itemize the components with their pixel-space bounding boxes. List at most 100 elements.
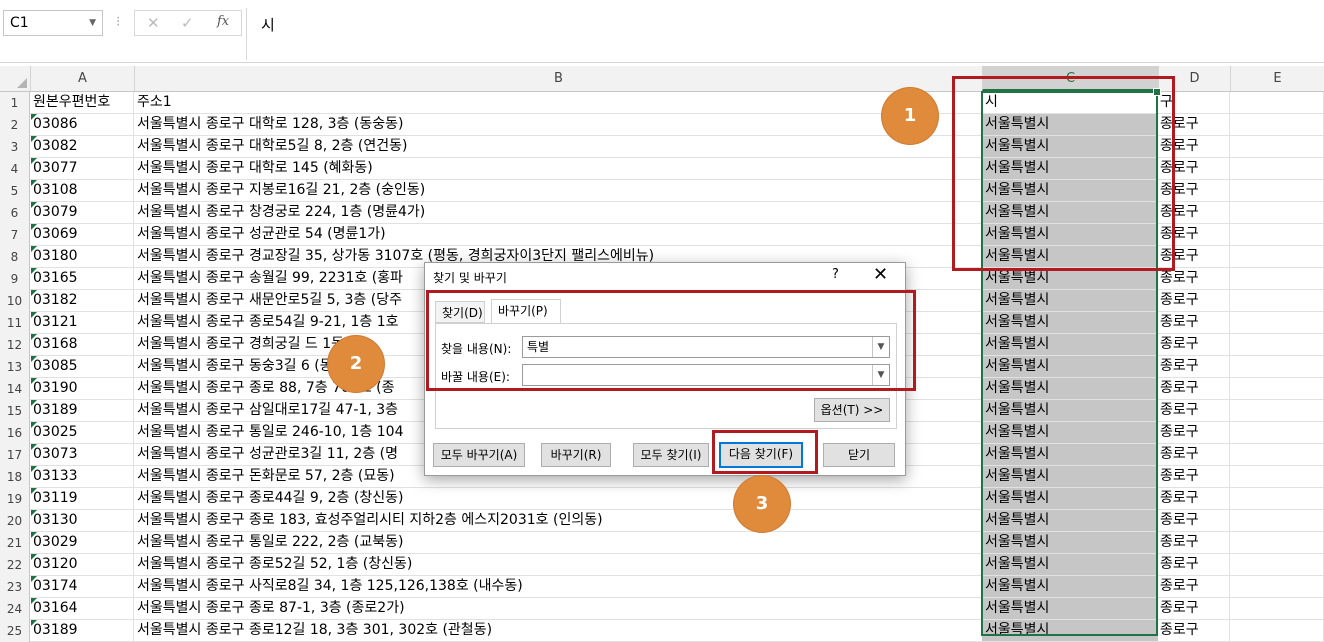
cell-d[interactable]: 종로구 xyxy=(1158,466,1230,487)
row-number[interactable]: 22 xyxy=(0,554,30,576)
cell-a[interactable]: 03189 xyxy=(30,400,134,421)
cell-d[interactable]: 종로구 xyxy=(1158,180,1230,201)
cell-d[interactable]: 종로구 xyxy=(1158,136,1230,157)
cell-d[interactable]: 종로구 xyxy=(1158,444,1230,465)
cell-a[interactable]: 03077 xyxy=(30,158,134,179)
cell-c[interactable]: 서울특별시 xyxy=(982,422,1158,443)
cell-a[interactable]: 03174 xyxy=(30,576,134,597)
row-number[interactable]: 23 xyxy=(0,576,30,598)
cell-c[interactable]: 서울특별시 xyxy=(982,466,1158,487)
cell-c[interactable]: 서울특별시 xyxy=(982,114,1158,135)
row-number[interactable]: 25 xyxy=(0,620,30,642)
column-header-b[interactable]: B xyxy=(134,66,982,91)
fill-handle[interactable] xyxy=(1153,88,1161,96)
chevron-down-icon[interactable]: ▼ xyxy=(872,337,889,357)
cell-a[interactable]: 03120 xyxy=(30,554,134,575)
cell-b[interactable]: 서울특별시 종로구 성균관로 54 (명륜1가) xyxy=(134,224,982,245)
replace-all-button[interactable]: 모두 바꾸기(A) xyxy=(433,443,525,467)
row-number[interactable]: 15 xyxy=(0,400,30,422)
cell-d[interactable]: 종로구 xyxy=(1158,290,1230,311)
row-number[interactable]: 20 xyxy=(0,510,30,532)
cancel-icon[interactable]: ✕ xyxy=(147,14,160,32)
column-header-e[interactable]: E xyxy=(1230,66,1324,91)
column-header-a[interactable]: A xyxy=(30,66,134,91)
cell-b[interactable]: 주소1 xyxy=(134,92,982,113)
cell-a[interactable]: 03069 xyxy=(30,224,134,245)
row-number[interactable]: 14 xyxy=(0,378,30,400)
cell-a[interactable]: 03168 xyxy=(30,334,134,355)
cell-d[interactable]: 종로구 xyxy=(1158,114,1230,135)
row-number[interactable]: 17 xyxy=(0,444,30,466)
row-number[interactable]: 4 xyxy=(0,158,30,180)
cell-c[interactable]: 서울특별시 xyxy=(982,180,1158,201)
cell-a[interactable]: 03189 xyxy=(30,620,134,641)
cell-c[interactable]: 서울특별시 xyxy=(982,290,1158,311)
cell-a[interactable]: 03164 xyxy=(30,598,134,619)
cell-d[interactable]: 종로구 xyxy=(1158,620,1230,641)
cell-b[interactable]: 서울특별시 종로구 창경궁로 224, 1층 (명륜4가) xyxy=(134,202,982,223)
cell-d[interactable]: 종로구 xyxy=(1158,598,1230,619)
row-number[interactable]: 3 xyxy=(0,136,30,158)
cell-b[interactable]: 서울특별시 종로구 사직로8길 34, 1층 125,126,138호 (내수동… xyxy=(134,576,982,597)
cell-c[interactable]: 서울특별시 xyxy=(982,620,1158,641)
cell-a[interactable]: 03130 xyxy=(30,510,134,531)
cell-d[interactable]: 종로구 xyxy=(1158,400,1230,421)
cell-a[interactable]: 03029 xyxy=(30,532,134,553)
row-number[interactable]: 5 xyxy=(0,180,30,202)
cell-d[interactable]: 종로구 xyxy=(1158,224,1230,245)
cell-b[interactable]: 서울특별시 종로구 종로52길 52, 1층 (창신동) xyxy=(134,554,982,575)
replace-button[interactable]: 바꾸기(R) xyxy=(541,443,611,467)
cell-c[interactable]: 서울특별시 xyxy=(982,510,1158,531)
row-number[interactable]: 9 xyxy=(0,268,30,290)
cell-c[interactable]: 서울특별시 xyxy=(982,334,1158,355)
cell-e[interactable] xyxy=(1230,620,1324,641)
cell-a[interactable]: 03190 xyxy=(30,378,134,399)
cell-b[interactable]: 서울특별시 종로구 대학로 145 (혜화동) xyxy=(134,158,982,179)
help-icon[interactable]: ? xyxy=(832,267,839,282)
cell-e[interactable] xyxy=(1230,202,1324,223)
cell-e[interactable] xyxy=(1230,224,1324,245)
cell-c[interactable]: 서울특별시 xyxy=(982,488,1158,509)
row-number[interactable]: 12 xyxy=(0,334,30,356)
cell-e[interactable] xyxy=(1230,246,1324,267)
cell-a[interactable]: 03133 xyxy=(30,466,134,487)
cell-d[interactable]: 종로구 xyxy=(1158,378,1230,399)
row-number[interactable]: 10 xyxy=(0,290,30,312)
find-all-button[interactable]: 모두 찾기(I) xyxy=(633,443,709,467)
cell-d[interactable]: 종로구 xyxy=(1158,334,1230,355)
cell-c[interactable]: 서울특별시 xyxy=(982,532,1158,553)
tab-find[interactable]: 찾기(D) xyxy=(435,301,485,323)
select-all-button[interactable] xyxy=(0,66,30,91)
cell-c[interactable]: 서울특별시 xyxy=(982,554,1158,575)
cell-a[interactable]: 03165 xyxy=(30,268,134,289)
cell-a[interactable]: 03119 xyxy=(30,488,134,509)
cell-c[interactable]: 서울특별시 xyxy=(982,268,1158,289)
row-number[interactable]: 19 xyxy=(0,488,30,510)
enter-icon[interactable]: ✓ xyxy=(181,14,194,32)
row-number[interactable]: 11 xyxy=(0,312,30,334)
cell-b[interactable]: 서울특별시 종로구 지봉로16길 21, 2층 (숭인동) xyxy=(134,180,982,201)
row-number[interactable]: 7 xyxy=(0,224,30,246)
cell-e[interactable] xyxy=(1230,576,1324,597)
cell-c[interactable]: 서울특별시 xyxy=(982,224,1158,245)
cell-c[interactable]: 서울특별시 xyxy=(982,576,1158,597)
cell-d[interactable]: 종로구 xyxy=(1158,422,1230,443)
row-number[interactable]: 1 xyxy=(0,92,30,114)
cell-d[interactable]: 종로구 xyxy=(1158,576,1230,597)
cell-d[interactable]: 종로구 xyxy=(1158,488,1230,509)
insert-function-icon[interactable]: fx xyxy=(217,14,229,29)
options-button[interactable]: 옵션(T) >> xyxy=(814,398,890,422)
cell-a[interactable]: 03082 xyxy=(30,136,134,157)
cell-c[interactable]: 서울특별시 xyxy=(982,400,1158,421)
name-box[interactable]: C1 ▼ xyxy=(3,10,103,36)
cell-a[interactable]: 03085 xyxy=(30,356,134,377)
cell-a[interactable]: 03180 xyxy=(30,246,134,267)
cell-e[interactable] xyxy=(1230,92,1324,113)
row-number[interactable]: 6 xyxy=(0,202,30,224)
cell-e[interactable] xyxy=(1230,554,1324,575)
cell-c[interactable]: 서울특별시 xyxy=(982,158,1158,179)
row-number[interactable]: 2 xyxy=(0,114,30,136)
cell-c[interactable]: 시 xyxy=(982,92,1158,113)
cell-a[interactable]: 03025 xyxy=(30,422,134,443)
cell-e[interactable] xyxy=(1230,400,1324,421)
